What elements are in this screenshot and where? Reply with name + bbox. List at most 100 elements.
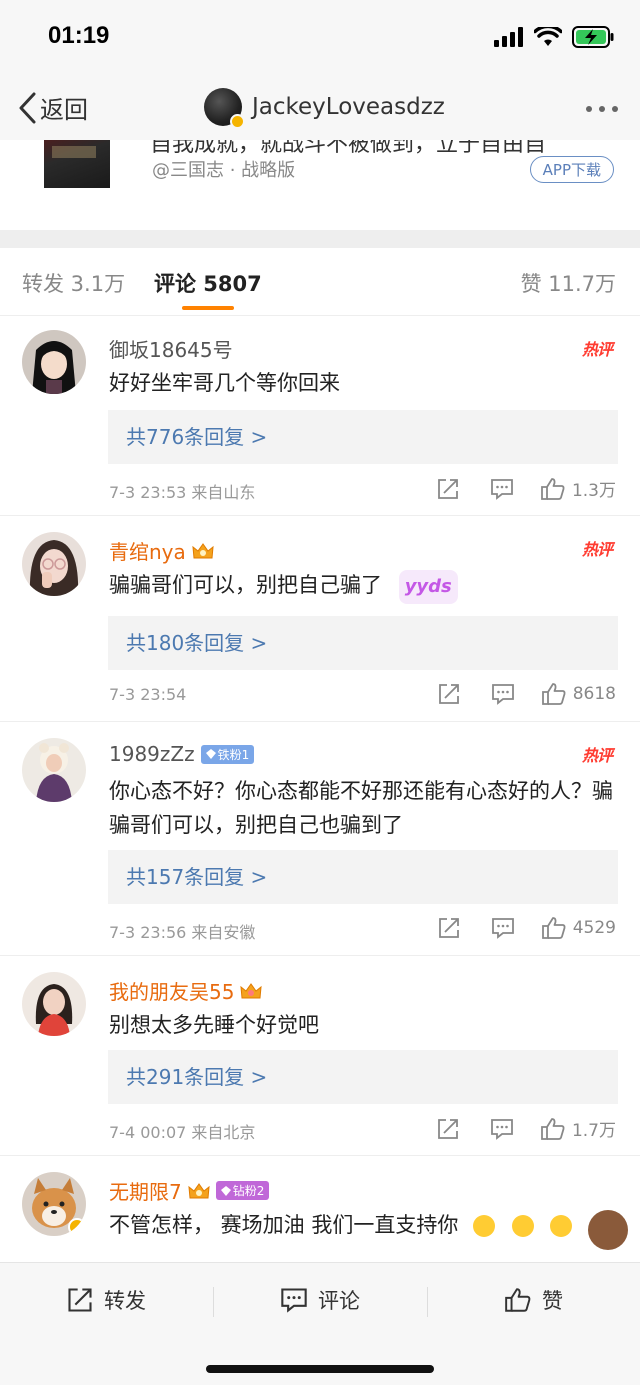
fan-level-badge: 铁粉1 <box>200 744 255 764</box>
fan-badge-label: 铁粉1 <box>217 747 250 762</box>
like-button[interactable]: 赞 <box>504 1285 563 1315</box>
comment-author-row: 御坂18645号 <box>109 334 233 363</box>
thumb-up-icon <box>541 917 566 939</box>
verified-icon <box>230 114 245 129</box>
comment-meta: 7-3 23:53 来自山东 <box>109 483 256 502</box>
share-button[interactable] <box>436 477 460 501</box>
divider <box>0 230 640 248</box>
comment-author-row: 青绾nya <box>109 536 214 565</box>
avatar[interactable] <box>22 1172 86 1236</box>
repost-button[interactable]: 转发 <box>66 1285 146 1315</box>
view-replies-link[interactable]: 共180条回复 > <box>108 616 618 670</box>
avatar[interactable] <box>22 738 86 802</box>
tab-likes[interactable]: 赞 11.7万 <box>521 268 616 298</box>
vip-crown-icon <box>192 542 214 558</box>
avatar[interactable] <box>22 330 86 394</box>
emoji-hug-icon <box>550 1215 573 1237</box>
share-icon <box>438 918 459 938</box>
like-count: 1.3万 <box>571 481 616 501</box>
tab-repost[interactable]: 转发 3.1万 <box>22 268 125 298</box>
home-indicator[interactable] <box>206 1365 434 1373</box>
like-button[interactable]: 1.3万 <box>540 476 616 501</box>
comment-label: 评论 <box>318 1289 360 1313</box>
hot-comment-badge: 热评 <box>581 340 613 359</box>
comment-author[interactable]: 无期限7 <box>109 1176 182 1205</box>
divider <box>427 1287 428 1317</box>
reply-button[interactable] <box>491 916 515 940</box>
comment-item: 无期限7 钻粉2 不管怎样， 赛场加油 我们一直支持你 <box>0 1156 640 1266</box>
girl-avatar-icon <box>22 532 86 596</box>
back-label: 返回 <box>40 96 88 124</box>
yyds-sticker: yyds <box>398 570 458 604</box>
vip-crown-icon <box>188 1182 210 1198</box>
repost-label: 转发 <box>104 1289 146 1313</box>
comment-text: 别想太多先睡个好觉吧 <box>109 1013 319 1037</box>
comment-actions: 8618 <box>437 682 616 706</box>
share-icon <box>68 1288 92 1312</box>
emoji-hug-icon <box>511 1215 534 1237</box>
fan-badge-label: 钻粉2 <box>232 1184 265 1198</box>
view-replies-link[interactable]: 共157条回复 > <box>108 850 618 904</box>
comment-meta: 7-3 23:56 来自安徽 <box>109 923 256 942</box>
share-icon <box>438 1118 458 1139</box>
diamond-icon <box>205 749 216 759</box>
comment-icon <box>491 478 513 500</box>
fan-level-badge: 钻粉2 <box>215 1181 270 1200</box>
thumb-up-icon <box>541 1117 565 1140</box>
page-title: JackeyLoveasdzz <box>252 94 445 120</box>
like-count: 1.7万 <box>571 1121 616 1141</box>
share-button[interactable] <box>436 1117 460 1141</box>
comment-icon <box>281 1288 307 1313</box>
anime-avatar-icon <box>22 330 86 394</box>
back-button[interactable]: 返回 <box>16 90 88 125</box>
vip-crown-icon <box>240 982 263 998</box>
thumb-up-icon <box>541 477 565 500</box>
comment-author[interactable]: 青绾nya <box>109 536 186 565</box>
app-download-button[interactable]: APP下载 <box>529 156 614 183</box>
comment-text: 好好坐牢哥几个等你回来 <box>109 371 340 395</box>
share-button[interactable] <box>437 682 461 706</box>
comment-actions: 1.7万 <box>436 1116 616 1141</box>
reply-button[interactable] <box>490 1117 514 1141</box>
linked-post-card[interactable]: 自我成就，就战斗不被做到，立于自由自 @三国志 · 战略版 APP下载 <box>0 140 640 230</box>
share-icon <box>438 684 459 704</box>
more-dot-icon <box>612 106 618 112</box>
comment-author[interactable]: 我的朋友吴55 <box>109 976 234 1005</box>
avatar[interactable] <box>22 972 86 1036</box>
reply-button[interactable] <box>491 682 515 706</box>
like-button[interactable]: 4529 <box>541 916 616 940</box>
comment-author-row: 无期限7 钻粉2 <box>109 1176 270 1205</box>
reply-button[interactable] <box>490 477 514 501</box>
tab-bar: 转发 3.1万 评论 5807 赞 11.7万 <box>0 248 640 316</box>
comment-author-row: 我的朋友吴55 <box>109 976 263 1005</box>
comment-text: 你心态不好？你心态都能不好那还能有心态好的人？骗骗哥们可以，别把自己也骗到了 <box>109 779 613 837</box>
comment-item: 1989zZz 铁粉1 热评 你心态不好？你心态都能不好那还能有心态好的人？骗骗… <box>0 722 640 956</box>
status-time: 01:19 <box>48 22 110 49</box>
emoji-hug-icon <box>473 1215 496 1237</box>
comment-button[interactable]: 评论 <box>280 1285 360 1315</box>
view-replies-link[interactable]: 共776条回复 > <box>108 410 618 464</box>
view-replies-link[interactable]: 共291条回复 > <box>108 1050 618 1104</box>
tab-comments[interactable]: 评论 5807 <box>154 268 262 298</box>
divider <box>213 1287 214 1317</box>
comment-author[interactable]: 御坂18645号 <box>109 334 233 363</box>
avatar[interactable] <box>22 532 86 596</box>
like-button[interactable]: 1.7万 <box>540 1116 616 1141</box>
system-icons <box>494 26 614 48</box>
more-dot-icon <box>599 106 605 112</box>
avatar[interactable] <box>204 88 245 129</box>
nav-user[interactable]: JackeyLoveasdzz <box>204 88 445 129</box>
comment-text: 骗骗哥们可以，别把自己骗了 yyds <box>109 568 614 604</box>
share-button[interactable] <box>437 916 461 940</box>
comment-icon <box>491 918 514 939</box>
comment-meta: 7-3 23:54 <box>109 685 187 704</box>
comment-author[interactable]: 1989zZz <box>109 742 195 766</box>
like-button[interactable]: 8618 <box>541 682 616 706</box>
more-dot-icon <box>586 106 592 112</box>
more-button[interactable] <box>586 106 618 112</box>
comment-icon <box>491 1118 513 1140</box>
thumb-up-icon <box>505 1288 531 1312</box>
hot-comment-badge: 热评 <box>581 540 613 559</box>
comment-meta: 7-4 00:07 来自北京 <box>109 1123 256 1142</box>
comment-author-row: 1989zZz 铁粉1 <box>109 742 255 766</box>
